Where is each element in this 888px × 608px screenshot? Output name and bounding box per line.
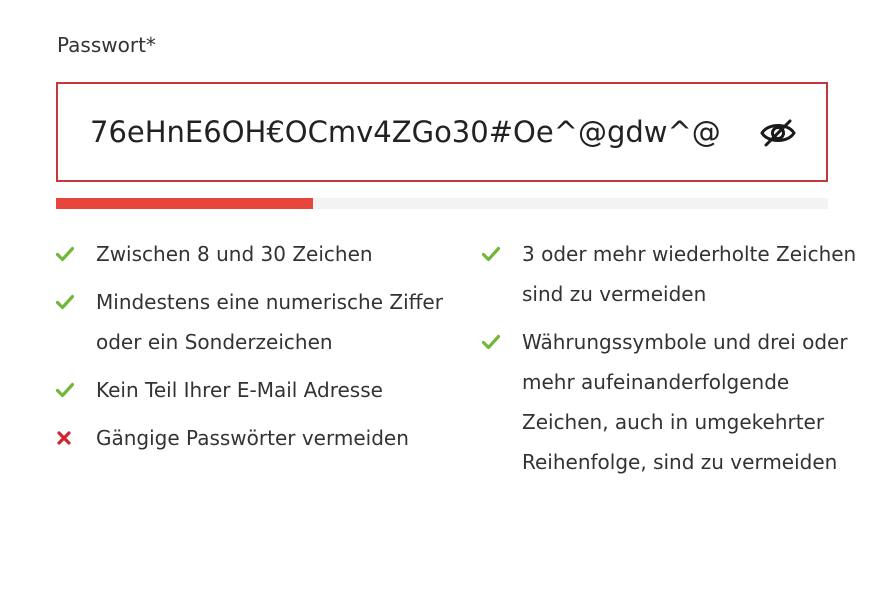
check-icon [482,234,522,274]
eye-slash-icon [760,119,796,147]
check-icon [482,322,522,362]
password-rule-text: Zwischen 8 und 30 Zeichen [96,242,373,266]
password-rule-item: 3 oder mehr wiederholte Zeichen sind zu … [482,234,862,314]
check-icon [56,282,96,322]
password-rules-right: 3 oder mehr wiederholte Zeichen sind zu … [482,234,862,490]
password-rule-text: 3 oder mehr wiederholte Zeichen sind zu … [522,242,857,306]
password-rule-text: Kein Teil Ihrer E-Mail Adresse [96,378,383,402]
password-rules-left: Zwischen 8 und 30 Zeichen Mindestens eine… [56,234,456,466]
password-field[interactable] [56,82,828,182]
cross-icon [56,418,96,458]
password-strength-meter [56,198,828,209]
toggle-password-visibility-button[interactable] [758,113,798,153]
password-rule-item: Zwischen 8 und 30 Zeichen [56,234,456,274]
password-rule-text: Währungssymbole und drei oder mehr aufei… [522,330,848,474]
password-rule-item: Währungssymbole und drei oder mehr aufei… [482,322,862,482]
password-rule-text: Gängige Passwörter vermeiden [96,426,409,450]
password-input[interactable] [90,84,740,180]
password-rule-item: Kein Teil Ihrer E-Mail Adresse [56,370,456,410]
password-label: Passwort* [57,33,156,57]
password-rule-item: Mindestens eine numerische Ziffer oder e… [56,282,456,362]
password-strength-fill [56,198,314,209]
check-icon [56,234,96,274]
check-icon [56,370,96,410]
password-rule-item: Gängige Passwörter vermeiden [56,418,456,458]
password-rule-text: Mindestens eine numerische Ziffer oder e… [96,290,443,354]
